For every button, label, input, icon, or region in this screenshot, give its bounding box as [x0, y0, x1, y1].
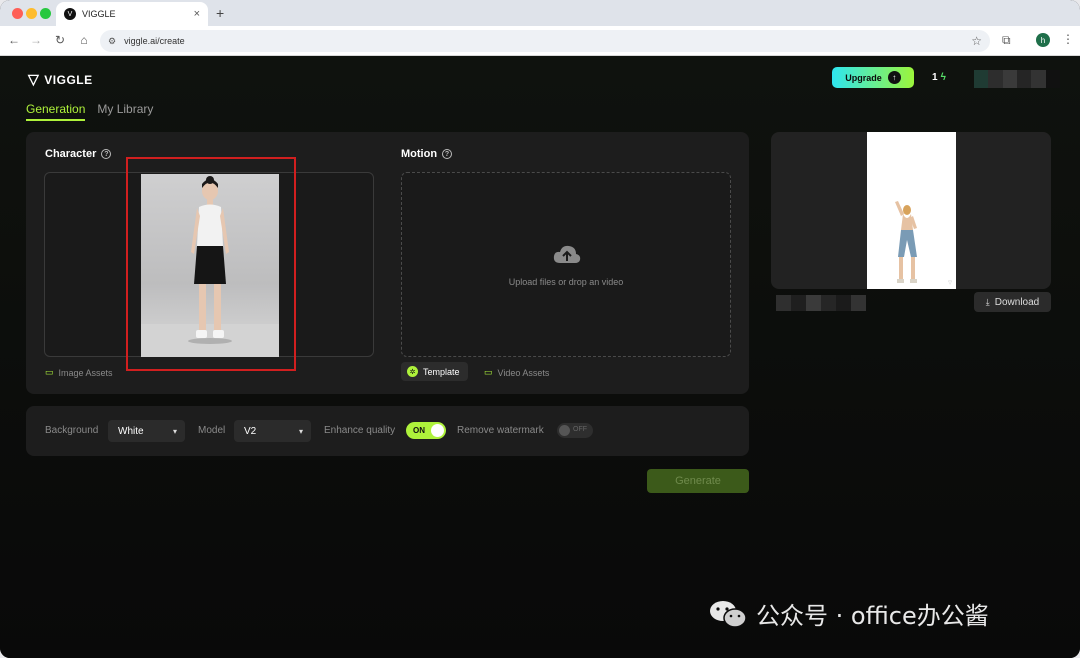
- site-settings-icon[interactable]: ⚙: [108, 36, 116, 47]
- extensions-icon[interactable]: ⧉: [1002, 33, 1011, 48]
- address-bar[interactable]: ⚙ viggle.ai/create ☆: [100, 30, 990, 52]
- image-assets-link[interactable]: ▭ Image Assets: [45, 367, 113, 378]
- character-figure-illustration: [141, 176, 279, 357]
- folder-icon: ▭: [45, 367, 54, 377]
- preview-video-frame: ▽: [867, 132, 956, 289]
- help-question-icon[interactable]: ?: [442, 149, 453, 159]
- character-image: [141, 174, 279, 357]
- cloud-upload-icon: [553, 245, 581, 263]
- viggle-app: ▽ VIGGLE Upgrade ↑ 1ϟ Generation My Libr…: [0, 56, 1080, 658]
- upload-hint-text: Upload files or drop an video: [508, 277, 624, 287]
- viggle-favicon-icon: V: [64, 8, 76, 20]
- chevron-down-icon: ▾: [298, 426, 303, 436]
- model-label: Model: [198, 425, 226, 436]
- tab-generation[interactable]: Generation: [26, 102, 86, 121]
- character-upload-area[interactable]: [44, 172, 374, 357]
- new-tab-button[interactable]: +: [216, 5, 224, 21]
- character-heading: Character ?: [45, 148, 112, 160]
- template-icon: ✲: [407, 366, 418, 377]
- maximize-window-button[interactable]: [40, 8, 51, 19]
- viggle-logo-icon: ▽: [28, 71, 40, 87]
- tab-my-library[interactable]: My Library: [97, 102, 153, 121]
- generate-button[interactable]: Generate: [647, 469, 749, 493]
- close-window-button[interactable]: [12, 8, 23, 19]
- image-assets-label: Image Assets: [58, 367, 113, 378]
- output-preview[interactable]: ▽: [771, 132, 1051, 289]
- profile-avatar[interactable]: h: [1036, 33, 1050, 47]
- remove-watermark-toggle[interactable]: OFF: [557, 423, 593, 438]
- logo-text: VIGGLE: [44, 72, 93, 87]
- video-assets-link[interactable]: ▭ Video Assets: [484, 367, 549, 378]
- home-icon[interactable]: ⌂: [76, 33, 92, 47]
- wechat-icon: [710, 600, 747, 628]
- download-label: Download: [994, 296, 1040, 308]
- settings-bar: Background White ▾ Model V2 ▾ Enhance qu…: [26, 406, 749, 456]
- character-title: Character: [45, 148, 97, 160]
- folder-icon: ▭: [484, 367, 493, 377]
- main-tabs: Generation My Library: [26, 102, 153, 121]
- enhance-quality-label: Enhance quality: [324, 425, 396, 436]
- toggle-off-text: OFF: [573, 426, 587, 433]
- enhance-quality-toggle[interactable]: ON: [406, 422, 446, 439]
- video-assets-label: Video Assets: [497, 367, 550, 378]
- motion-heading: Motion ?: [401, 148, 453, 160]
- forward-arrow-icon[interactable]: →: [28, 33, 44, 47]
- browser-tab[interactable]: V VIGGLE ×: [56, 2, 208, 26]
- template-button[interactable]: ✲ Template: [401, 362, 468, 381]
- viggle-logo[interactable]: ▽ VIGGLE: [28, 71, 93, 88]
- browser-toolbar: ← → ↻ ⌂ ⚙ viggle.ai/create ☆ ⧉ h ⋮: [0, 26, 1080, 56]
- browser-window: V VIGGLE × + ← → ↻ ⌂ ⚙ viggle.ai/create …: [0, 0, 1080, 658]
- download-button[interactable]: ⤓ Download: [974, 292, 1051, 312]
- watermark-text: 公众号 · office办公酱: [756, 602, 989, 630]
- template-label: Template: [423, 366, 460, 377]
- credits-counter: 1ϟ: [932, 72, 946, 83]
- download-icon: ⤓: [985, 296, 990, 307]
- background-label: Background: [45, 425, 99, 436]
- motion-upload-dropzone[interactable]: Upload files or drop an video: [401, 172, 731, 357]
- model-select[interactable]: V2 ▾: [234, 420, 311, 442]
- motion-title: Motion: [401, 148, 438, 160]
- wechat-watermark: 公众号 · office办公酱: [708, 596, 989, 631]
- background-select[interactable]: White ▾: [108, 420, 185, 442]
- toggle-knob: [559, 425, 570, 436]
- upgrade-label: Upgrade: [845, 72, 882, 83]
- dancer-figure-illustration: [895, 201, 917, 283]
- url-text: viggle.ai/create: [124, 36, 185, 46]
- help-question-icon[interactable]: ?: [101, 149, 112, 159]
- reload-icon[interactable]: ↻: [52, 33, 68, 47]
- chevron-down-icon: ▾: [172, 426, 177, 436]
- upgrade-button[interactable]: Upgrade ↑: [832, 67, 914, 88]
- background-value: White: [118, 425, 144, 437]
- back-arrow-icon[interactable]: ←: [6, 33, 22, 47]
- arrow-up-icon: ↑: [887, 71, 901, 84]
- bookmark-star-icon[interactable]: ☆: [971, 34, 982, 48]
- output-name-pixelated: [776, 295, 866, 311]
- lightning-bolt-icon: ϟ: [940, 72, 946, 83]
- user-account-pixelated[interactable]: [974, 70, 1060, 88]
- input-panel: Character ? ▭ Image Assets Motion ? Uplo…: [26, 132, 749, 394]
- toggle-on-text: ON: [413, 426, 425, 435]
- minimize-window-button[interactable]: [26, 8, 37, 19]
- browser-tab-bar: V VIGGLE × +: [0, 0, 1080, 26]
- remove-watermark-label: Remove watermark: [457, 425, 544, 436]
- browser-menu-icon[interactable]: ⋮: [1062, 32, 1074, 46]
- model-value: V2: [244, 425, 257, 437]
- preview-watermark-mark: ▽: [948, 280, 952, 286]
- tab-close-icon[interactable]: ×: [194, 8, 200, 20]
- toggle-knob: [431, 424, 444, 437]
- credits-value: 1: [932, 72, 938, 83]
- tab-title: VIGGLE: [82, 9, 116, 19]
